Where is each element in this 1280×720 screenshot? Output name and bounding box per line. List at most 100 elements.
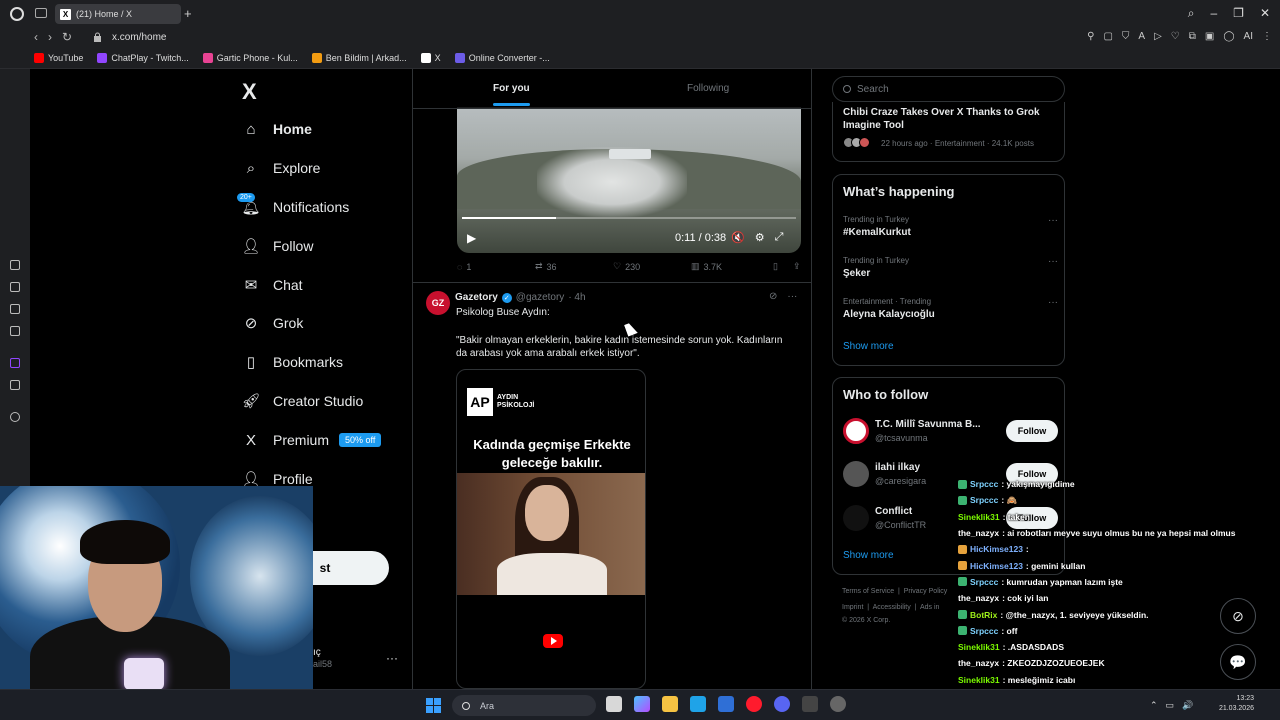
tray-chevron-icon[interactable]: ⌃ [1150, 700, 1158, 711]
trend-name[interactable]: Şeker [843, 268, 1058, 279]
x-logo[interactable]: X [242, 79, 257, 105]
reload-button[interactable]: ↻ [62, 30, 72, 44]
account-icon[interactable]: ◯ [1223, 31, 1234, 42]
views-action[interactable]: ▥ 3.7K [691, 261, 773, 272]
clock-icon[interactable] [10, 412, 20, 422]
obs-icon[interactable] [802, 696, 818, 712]
twitch-icon[interactable] [10, 358, 20, 368]
bookmark-item[interactable]: Ben Bildim | Arkad... [311, 53, 407, 63]
avatar[interactable] [843, 505, 869, 531]
youtube-play-icon[interactable] [543, 634, 563, 648]
fullscreen-icon[interactable]: ⤢ [775, 231, 784, 244]
nav-item-chat[interactable]: ✉ Chat [242, 272, 303, 298]
show-more-trends-link[interactable]: Show more [843, 341, 894, 352]
wallet-icon[interactable]: ▣ [1205, 31, 1214, 42]
avatar[interactable] [843, 461, 869, 487]
tab-for-you[interactable]: For you [493, 83, 530, 106]
close-window-button[interactable]: ✕ [1260, 6, 1270, 21]
terms-link[interactable]: Terms of Service [842, 588, 894, 595]
opera-icon[interactable] [746, 696, 762, 712]
video-progress-bar[interactable] [462, 217, 796, 219]
copilot-icon[interactable] [634, 696, 650, 712]
nav-item-creator-studio[interactable]: 🚀︎ Creator Studio [241, 388, 363, 414]
discord-icon[interactable] [774, 696, 790, 712]
share-icon[interactable]: ⇪ [793, 261, 801, 272]
restore-button[interactable]: ❐ [1233, 6, 1244, 21]
bookmark-item[interactable]: Gartic Phone - Kul... [202, 53, 298, 63]
trend-more-icon[interactable]: ··· [1048, 256, 1058, 267]
minimize-button[interactable]: – [1210, 6, 1217, 21]
pin-icon[interactable]: ⚲ [1087, 31, 1094, 42]
privacy-link[interactable]: Privacy Policy [904, 588, 948, 595]
app-icon[interactable] [830, 696, 846, 712]
nav-item-home[interactable]: ⌂ Home [242, 116, 311, 142]
more-icon[interactable]: ··· [787, 291, 797, 302]
imprint-link[interactable]: Imprint [842, 604, 863, 611]
settings-icon[interactable]: ⚙ [755, 231, 765, 244]
repost-action[interactable]: ⇄ 36 [535, 261, 613, 272]
mail-icon[interactable] [10, 326, 20, 336]
trend-name[interactable]: Aleyna Kalaycıoğlu [843, 309, 1058, 320]
avatar[interactable]: GZ [426, 291, 450, 315]
trend-more-icon[interactable]: ··· [1048, 215, 1058, 226]
ads-info-link[interactable]: Ads in [920, 604, 939, 611]
bookmark-item[interactable]: Online Converter -... [454, 53, 550, 63]
shield-icon[interactable]: ⛉ [1122, 31, 1130, 42]
profile-more-icon[interactable]: ··· [386, 651, 398, 665]
avatar[interactable] [843, 418, 869, 444]
volume-icon[interactable]: 🔊 [1182, 700, 1193, 711]
trend-item[interactable]: Trending in Turkey #KemalKurkut ··· [843, 215, 1058, 238]
new-tab-button[interactable]: + [184, 7, 192, 21]
print-icon[interactable] [10, 282, 20, 292]
like-action[interactable]: ♡ 230 [613, 261, 691, 272]
menu-icon[interactable]: ⋮ [1262, 31, 1272, 42]
store-icon[interactable] [718, 696, 734, 712]
translate-icon[interactable]: A [1138, 31, 1145, 42]
follow-button[interactable]: Follow [1006, 420, 1058, 442]
workspaces-icon[interactable] [35, 8, 47, 18]
nav-item-bookmarks[interactable]: ▯ Bookmarks [242, 349, 343, 375]
tweet-author-name[interactable]: Gazetory [455, 292, 498, 303]
search-input[interactable]: Search [832, 76, 1065, 102]
play-icon[interactable]: ▶ [467, 231, 476, 245]
video-player[interactable]: ▶ 0:11 / 0:38 🔇 ⚙ ⤢ [457, 107, 801, 253]
browser-logo-icon[interactable] [10, 7, 24, 21]
nav-item-follow[interactable]: 👤︎ Follow [241, 233, 313, 259]
profile-name[interactable]: ıç [313, 647, 321, 658]
bookmark-item[interactable]: ChatPlay - Twitch... [97, 53, 189, 63]
tweet-author-handle[interactable]: @gazetory [516, 292, 565, 303]
x-panel-icon[interactable] [10, 380, 20, 390]
tab-following[interactable]: Following [687, 83, 729, 94]
nav-item-notifications[interactable]: 🔔︎ 20+ Notifications [237, 193, 349, 220]
trend-item[interactable]: Entertainment · Trending Aleyna Kalaycıoğ… [843, 297, 1058, 320]
grok-tweet-icon[interactable]: ⊘ [769, 291, 777, 302]
back-button[interactable]: ‹ [34, 30, 38, 44]
follow-suggestion[interactable]: T.C. Millî Savunma B... @tcsavunma Follow [843, 416, 1058, 448]
trend-item[interactable]: Trending in Turkey Şeker ··· [843, 256, 1058, 279]
url-field[interactable]: x.com/home [112, 32, 166, 43]
heart-icon[interactable]: ♡ [1171, 31, 1180, 42]
tweet-media-card[interactable]: AP AYDIN PSİKOLOJİ Kadında geçmişe Erkek… [456, 369, 646, 689]
reply-action[interactable]: ◌ 1 [457, 261, 535, 272]
forward-button[interactable]: › [48, 30, 52, 44]
clock[interactable]: 13:23 21.03.2026 [1219, 694, 1254, 714]
accessibility-link[interactable]: Accessibility [873, 604, 911, 611]
screenshot-icon[interactable]: ▢ [1103, 31, 1112, 42]
nav-item-premium[interactable]: X Premium 50% off [242, 427, 382, 453]
edge-icon[interactable] [690, 696, 706, 712]
search-tabs-icon[interactable]: ⌕ [1188, 6, 1195, 21]
play-icon[interactable]: ▷ [1154, 31, 1162, 42]
follow-name[interactable]: ilahi ilkay [875, 462, 920, 473]
bookmark-action-icon[interactable]: ▯ [773, 261, 793, 272]
windows-start-icon[interactable] [426, 698, 441, 713]
bookmark-item[interactable]: X [420, 53, 441, 63]
trend-more-icon[interactable]: ··· [1048, 297, 1058, 308]
task-view-icon[interactable] [606, 696, 622, 712]
mute-icon[interactable]: 🔇 [731, 231, 745, 244]
nav-item-explore[interactable]: ⌕ Explore [242, 155, 321, 181]
trend-news-title[interactable]: Chibi Craze Takes Over X Thanks to Grok … [843, 106, 1058, 132]
trend-news-card[interactable]: Chibi Craze Takes Over X Thanks to Grok … [832, 102, 1065, 162]
follow-name[interactable]: Conflict [875, 506, 912, 517]
bookmark-item[interactable]: YouTube [34, 53, 83, 63]
taskbar-search[interactable]: Ara [452, 695, 596, 716]
